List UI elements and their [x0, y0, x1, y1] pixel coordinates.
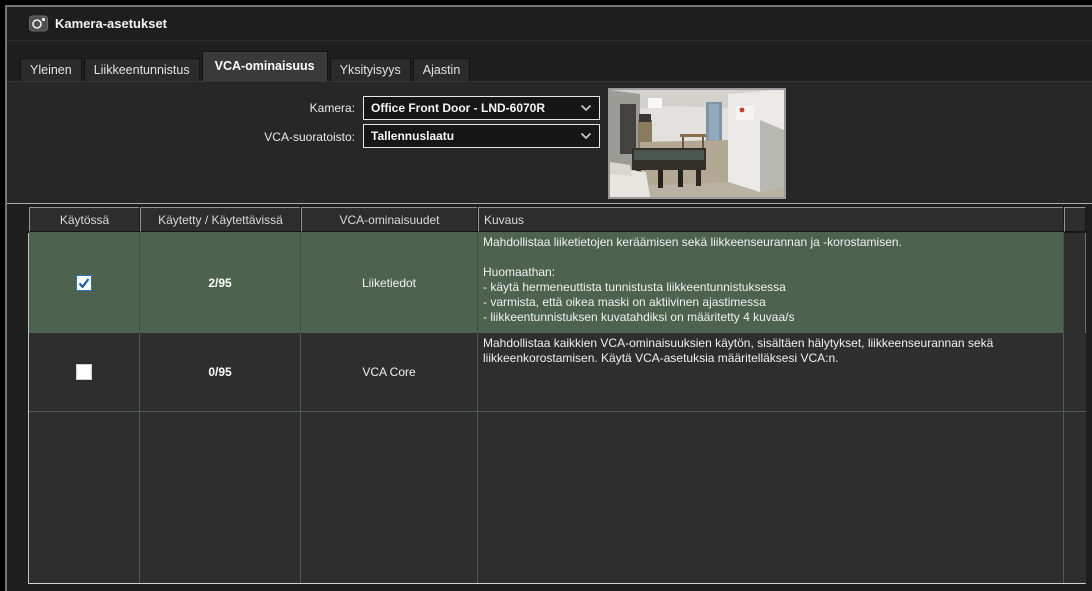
empty-row-cell [1064, 412, 1086, 583]
camera-settings-icon [29, 15, 48, 32]
liiketiedot-usage[interactable]: 2/95 [140, 232, 301, 333]
tab-ajastin[interactable]: Ajastin [413, 58, 471, 81]
header-vca-ominaisuudet[interactable]: VCA-ominaisuudet [301, 207, 478, 232]
checkbox-check-icon [77, 276, 91, 290]
header-spacer [1064, 207, 1086, 232]
row-vcacore-enabled-cell[interactable] [29, 333, 140, 412]
vcacore-usage[interactable]: 0/95 [140, 333, 301, 412]
header-kaytossa[interactable]: Käytössä [29, 207, 140, 232]
chevron-down-icon [580, 132, 592, 140]
tab-strip: Yleinen Liikkeentunnistus VCA-ominaisuus… [7, 48, 1092, 81]
tab-vca-ominaisuus[interactable]: VCA-ominaisuus [202, 51, 328, 81]
liiketiedot-feature-name[interactable]: Liiketiedot [301, 232, 478, 333]
vcacore-checkbox[interactable] [76, 364, 92, 380]
empty-row-cell [478, 412, 1064, 583]
row2-spacer-cell [1064, 333, 1086, 412]
panel-table-separator [7, 203, 1092, 204]
vcacore-description[interactable]: Mahdollistaa kaikkien VCA-ominaisuuksien… [478, 333, 1064, 412]
window-titlebar: Kamera-asetukset [7, 7, 1092, 41]
tab-yksityisyys[interactable]: Yksityisyys [330, 58, 411, 81]
liiketiedot-description[interactable]: Mahdollistaa liiketietojen keräämisen se… [478, 232, 1064, 333]
tab-liikkeentunnistus[interactable]: Liikkeentunnistus [84, 58, 200, 81]
camera-label: Kamera: [195, 101, 355, 115]
vca-feature-table: Käytössä Käytetty / Käytettävissä VCA-om… [28, 207, 1086, 584]
vcacore-feature-name[interactable]: VCA Core [301, 333, 478, 412]
tab-yleinen[interactable]: Yleinen [20, 58, 82, 81]
camera-settings-window: Kamera-asetukset Yleinen Liikkeentunnist… [0, 0, 1092, 591]
camera-select[interactable]: Office Front Door - LND-6070R [363, 96, 600, 120]
liiketiedot-checkbox[interactable] [76, 275, 92, 291]
row-liiketiedot-enabled-cell[interactable] [29, 232, 140, 333]
vca-stream-select-value: Tallennuslaatu [371, 129, 454, 143]
camera-select-value: Office Front Door - LND-6070R [371, 101, 545, 115]
header-kuvaus[interactable]: Kuvaus [478, 207, 1064, 232]
header-kaytetty[interactable]: Käytetty / Käytettävissä [140, 207, 301, 232]
empty-row-cell [29, 412, 140, 583]
row1-spacer-cell [1064, 232, 1086, 333]
camera-preview [608, 88, 786, 199]
empty-row-cell [301, 412, 478, 583]
preview-red-marker [740, 108, 745, 113]
vca-stream-select[interactable]: Tallennuslaatu [363, 124, 600, 148]
window-title: Kamera-asetukset [55, 16, 167, 31]
vca-stream-label: VCA-suoratoisto: [195, 130, 355, 144]
chevron-down-icon [580, 104, 592, 112]
empty-row-cell [140, 412, 301, 583]
